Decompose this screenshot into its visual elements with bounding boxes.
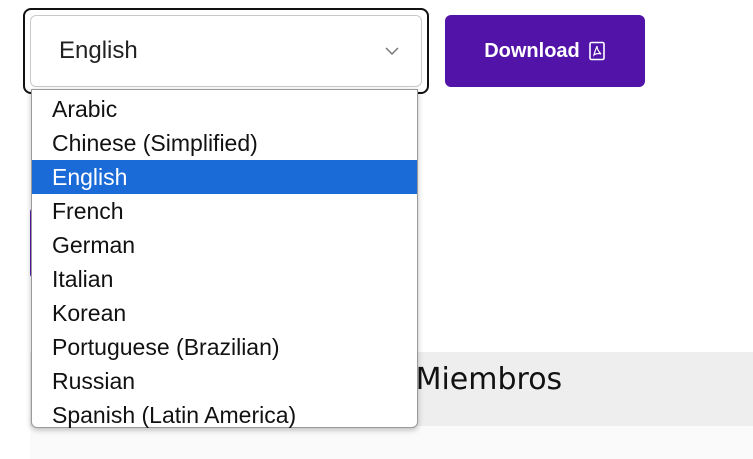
download-button[interactable]: Download <box>445 15 645 87</box>
language-option-english[interactable]: English <box>32 160 417 194</box>
language-option-spanish-latin-america[interactable]: Spanish (Latin America) <box>32 398 417 432</box>
language-select-value: English <box>59 37 138 64</box>
language-option-german[interactable]: German <box>32 228 417 262</box>
language-option-arabic[interactable]: Arabic <box>32 92 417 126</box>
language-select[interactable]: English <box>30 15 422 87</box>
language-option-korean[interactable]: Korean <box>32 296 417 330</box>
language-option-french[interactable]: French <box>32 194 417 228</box>
language-option-chinese-simplified[interactable]: Chinese (Simplified) <box>32 126 417 160</box>
language-option-italian[interactable]: Italian <box>32 262 417 296</box>
language-option-russian[interactable]: Russian <box>32 364 417 398</box>
page: o para Miembros English Download Arabic … <box>0 0 753 459</box>
pdf-file-icon <box>588 41 605 61</box>
download-button-label: Download <box>484 39 580 62</box>
language-dropdown-list: Arabic Chinese (Simplified) English Fren… <box>31 89 418 428</box>
language-option-portuguese-brazilian[interactable]: Portuguese (Brazilian) <box>32 330 417 364</box>
chevron-down-icon <box>385 47 399 56</box>
